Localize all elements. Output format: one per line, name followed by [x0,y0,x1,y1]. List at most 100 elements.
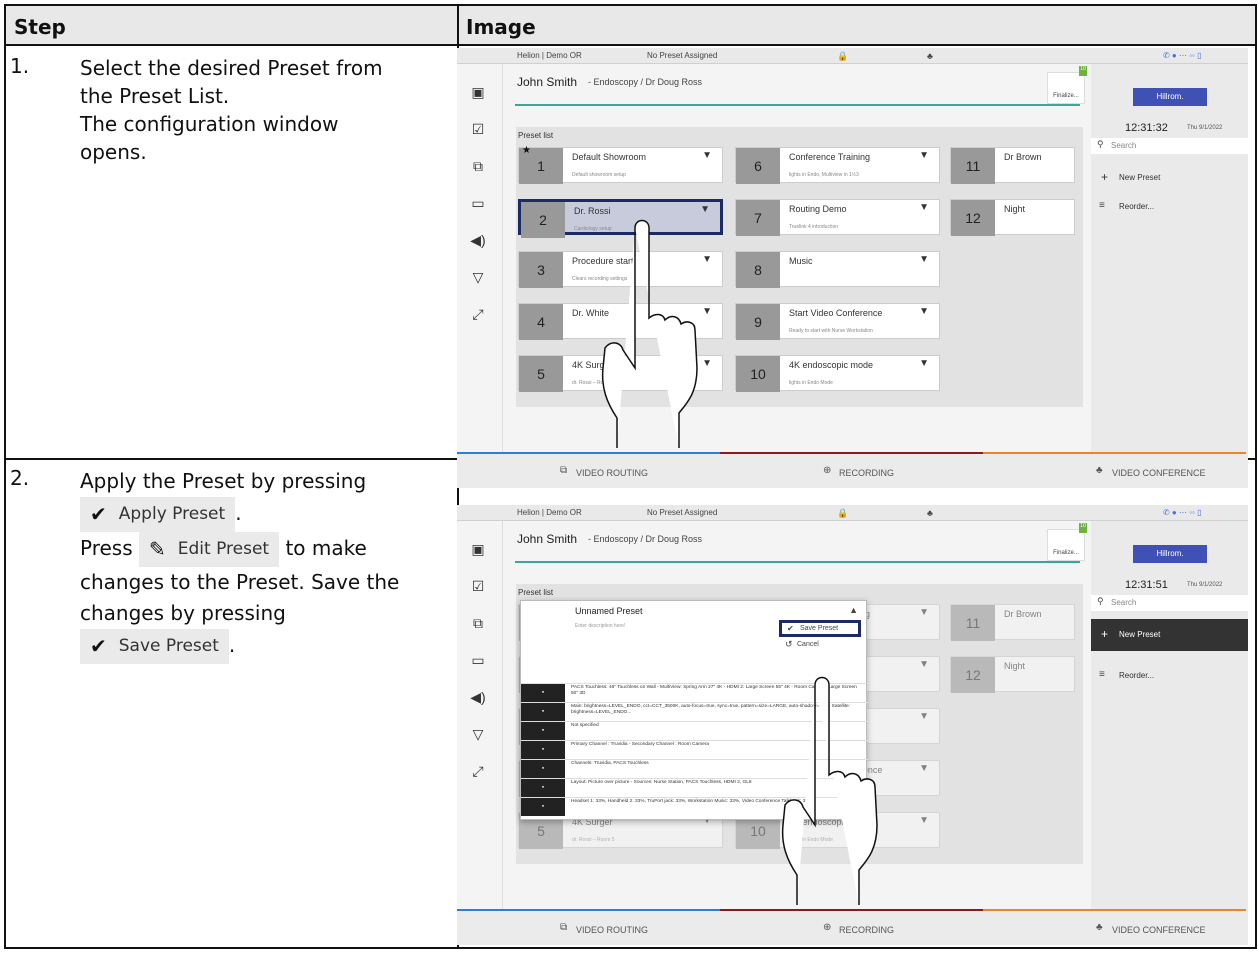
video-routing-tab[interactable]: ⧉ VIDEO ROUTING [457,909,720,945]
finalize-button[interactable]: Finalize... [1047,529,1085,561]
recording-icon: ▪ [521,741,565,759]
chevron-down-icon[interactable]: ▼ [919,607,929,618]
left-rail: ▣ ☑ ⧉ ▭ ◀) ▽ ⤢ [457,64,503,452]
lock-icon: 🔒 [837,508,849,518]
chevron-down-icon[interactable]: ▼ [700,204,710,215]
search-icon: ⚲ [1097,139,1104,149]
preset-tile[interactable]: 11 Dr Brown [950,604,1075,641]
preset-name: Default Showroom [572,152,647,162]
presets-icon[interactable]: ⧉ [467,158,489,180]
brand-logo: Hillrom. [1133,545,1207,563]
preset-name: Dr Brown [1004,609,1042,619]
finalize-button[interactable]: Finalize... [1047,72,1085,104]
preset-tile[interactable]: 11 Dr Brown [950,147,1075,184]
recording-tab[interactable]: ⊕ RECORDING [720,452,983,488]
save-preset-label: Save Preset [800,625,839,632]
preset-tile[interactable]: 8 Music ▼ [735,251,940,288]
instruction-line: changes by pressing [80,601,286,625]
preset-description: Ready to start with Nurse Workstation [789,328,873,334]
chevron-down-icon[interactable]: ▼ [919,815,929,826]
apply-preset-button-image: ✔ Apply Preset [80,497,236,532]
pencil-icon: ✎ [149,537,166,561]
status-preset: No Preset Assigned [647,508,718,517]
checklist-icon[interactable]: ☑ [467,121,489,143]
chevron-up-icon[interactable]: ▲ [849,605,858,615]
description-input[interactable]: Enter description here! [575,623,625,629]
preset-number: 11 [951,605,995,641]
screenshot-preset-list: Helion | Demo OR No Preset Assigned 🔒 ♣ ✆ ● … [457,48,1248,488]
presets-icon[interactable]: ⧉ [467,615,489,637]
camera-icon[interactable]: ⤢ [467,763,489,785]
reorder-button[interactable]: Reorder... [1119,671,1154,680]
reorder-button[interactable]: Reorder... [1119,202,1154,211]
display-icon[interactable]: ▭ [467,195,489,217]
step-number: 1. [10,54,30,78]
preset-number: 2 [521,202,565,238]
chevron-down-icon[interactable]: ▼ [919,150,929,161]
chevron-down-icon[interactable]: ▼ [702,150,712,161]
instruction-line: ✔ Save Preset. [80,629,452,664]
preset-description: lights in Endo Mode [789,380,833,386]
preset-tile[interactable]: 9 Start Video Conference Ready to start wi… [735,303,940,340]
clock-time: 12:31:32 [1125,122,1168,134]
plus-icon: + [1101,627,1109,641]
recording-tab[interactable]: ⊕ RECORDING [720,909,983,945]
chevron-down-icon[interactable]: ▼ [919,358,929,369]
new-preset-button[interactable]: New Preset [1091,168,1248,188]
preset-tile[interactable]: 1Default ShowroomDefault showroom setup▼ [518,147,723,184]
instruction-line: Select the desired Preset from [80,56,383,80]
preset-tile[interactable]: 12 Night [950,199,1075,236]
chevron-down-icon[interactable]: ▼ [919,202,929,213]
new-preset-label: New Preset [1119,173,1161,182]
preset-number: 12 [951,657,995,693]
star-icon: ★ [522,145,531,156]
chevron-down-icon[interactable]: ▼ [919,306,929,317]
preset-tile[interactable]: 12 Night [950,656,1075,693]
clock-date: Thu 9/1/2022 [1187,125,1223,131]
video-conference-tab[interactable]: ♣ VIDEO CONFERENCE [983,452,1246,488]
preset-name: Start Video Conference [789,308,883,318]
lock-icon: 🔒 [837,51,849,61]
preset-number: 10 [736,356,780,392]
preset-name: Dr. Rossi [574,206,611,216]
finalize-label: Finalize... [1053,93,1079,99]
table-header: Step Image [6,6,1255,46]
video-conference-tab[interactable]: ♣ VIDEO CONFERENCE [983,909,1246,945]
chevron-down-icon[interactable]: ▼ [919,711,929,722]
lights-icon[interactable]: ▽ [467,269,489,291]
nav-label: VIDEO ROUTING [576,925,649,935]
patient-icon[interactable]: ▣ [467,84,489,106]
preset-description: Default showroom setup [572,172,626,178]
search-field[interactable]: Search [1091,595,1248,611]
preset-tile[interactable]: 10 4K endoscopic mode lights in Endo Mode ▼ [735,355,940,392]
chevron-down-icon[interactable]: ▼ [919,254,929,265]
recording-icon: ⊕ [823,922,832,933]
video-routing-tab[interactable]: ⧉ VIDEO ROUTING [457,452,720,488]
patient-icon[interactable]: ▣ [467,541,489,563]
audio-icon[interactable]: ◀) [467,689,489,711]
video-conference-icon: ♣ [1096,465,1103,476]
lights-icon[interactable]: ▽ [467,726,489,748]
instruction-line: Press ✎ Edit Preset to make [80,532,452,567]
preset-name: Routing Demo [789,204,847,214]
cancel-button[interactable]: Cancel [797,641,819,648]
audio-icon[interactable]: ◀) [467,232,489,254]
nav-label: VIDEO CONFERENCE [1112,925,1206,935]
checklist-icon[interactable]: ☑ [467,578,489,600]
user-icon: ♣ [927,508,933,518]
preset-name: Night [1004,661,1026,671]
notification-badge: 10 [1079,523,1087,533]
preset-description: dr. Rossi – Room 5 [572,837,615,843]
chevron-down-icon[interactable]: ▼ [919,763,929,774]
instruction-line: opens. [80,140,147,164]
status-location: Helion | Demo OR [517,508,582,517]
display-icon[interactable]: ▭ [467,652,489,674]
search-field[interactable]: Search [1091,138,1248,154]
camera-icon[interactable]: ⤢ [467,306,489,328]
preset-number: 8 [736,252,780,288]
chevron-down-icon[interactable]: ▼ [919,659,929,670]
preset-tile[interactable]: 7 Routing Demo Truelink 4 introduction ▼ [735,199,940,236]
new-preset-button[interactable]: New Preset [1091,619,1248,651]
preset-tile[interactable]: 6 Conference Training lights in Endo, Mult… [735,147,940,184]
video-routing-icon: ⧉ [560,465,568,476]
